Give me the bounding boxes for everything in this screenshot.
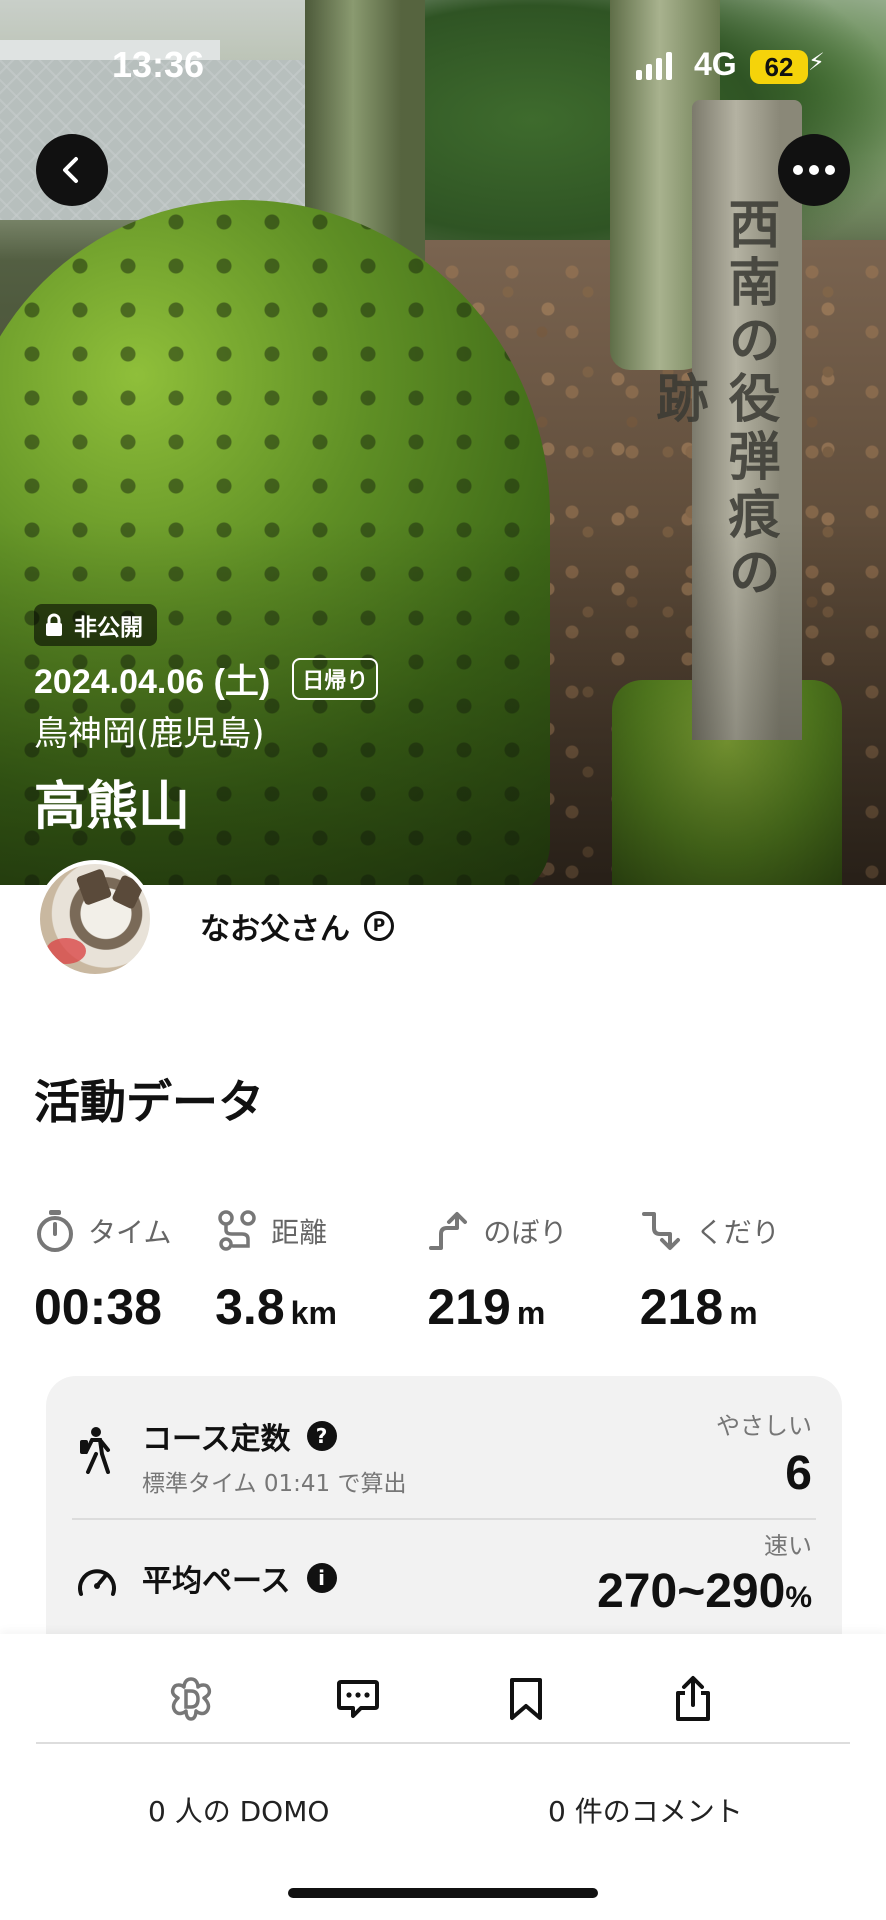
stat-unit: m (516, 1295, 546, 1331)
stopwatch-icon (37, 1210, 73, 1252)
average-pace-value: 270~290 (597, 1565, 786, 1618)
stat-time: タイム 00:38 (34, 1206, 215, 1336)
share-button[interactable] (658, 1664, 728, 1734)
info-icon[interactable]: i (306, 1563, 337, 1593)
card-divider (72, 1518, 816, 1520)
help-icon[interactable]: ? (306, 1421, 337, 1451)
activity-section-title: 活動データ (34, 1075, 264, 1129)
lock-icon (46, 613, 62, 636)
stat-value: 3.8 (215, 1279, 285, 1335)
bookmark-icon (510, 1678, 542, 1720)
stat-label: タイム (88, 1216, 172, 1249)
home-indicator (288, 1888, 598, 1898)
privacy-label: 非公開 (74, 615, 143, 641)
comment-button[interactable] (323, 1664, 393, 1734)
course-constant-label: コース定数 (142, 1422, 291, 1457)
user-name: なお父さん (200, 912, 350, 947)
stat-label: のぼり (483, 1216, 568, 1249)
network-type: 4G (694, 46, 737, 82)
difficulty-label: やさしい (716, 1412, 812, 1440)
course-constant-value: 6 (785, 1447, 812, 1500)
average-pace-label: 平均ペース (142, 1564, 291, 1599)
privacy-badge: 非公開 (34, 604, 157, 646)
stat-value: 218 (639, 1279, 724, 1335)
status-time: 13:36 (112, 44, 205, 85)
avatar-detail (46, 938, 86, 964)
speed-label: 速い (764, 1532, 812, 1560)
average-pace-row[interactable]: 平均ペース i 速い 270~290% (76, 1532, 812, 1636)
chevron-left-icon (63, 157, 78, 183)
comment-icon (337, 1680, 379, 1718)
battery-level: 62 (750, 50, 808, 84)
back-button[interactable] (36, 134, 108, 206)
premium-badge-icon: P (364, 911, 394, 941)
hiker-icon (80, 1427, 110, 1474)
bottom-divider (36, 1742, 850, 1744)
stat-label: 距離 (271, 1216, 328, 1249)
avatar-cat-ear (75, 868, 113, 906)
date-row: 2024.04.06 (土) 日帰り (34, 654, 379, 703)
speedometer-icon (78, 1569, 116, 1596)
course-constant-sub: 標準タイム 01:41 で算出 (142, 1471, 407, 1497)
activity-detail-card: コース定数 ? 標準タイム 01:41 で算出 やさしい 6 平均ペース i 速… (46, 1376, 842, 1636)
mountain-title: 高熊山 (34, 777, 191, 837)
activity-date: 2024.04.06 (土) (34, 663, 271, 701)
avatar[interactable] (36, 860, 154, 978)
stat-value: 219 (427, 1279, 511, 1335)
stat-distance: 距離 3.8 km (215, 1206, 427, 1336)
user-name-row[interactable]: なお父さん P (200, 904, 394, 948)
more-button[interactable] (778, 134, 850, 206)
status-bar: 13:36 4G 62 ⚡ (0, 0, 886, 130)
bookmark-button[interactable] (491, 1664, 561, 1734)
stat-descent: くだり 218 m (640, 1206, 852, 1336)
comment-count[interactable]: 0 件のコメント (548, 1790, 743, 1830)
domo-count[interactable]: 0 人の DOMO (148, 1790, 329, 1830)
share-icon (676, 1676, 710, 1721)
charging-icon: ⚡ (808, 48, 825, 76)
average-pace-unit: % (785, 1581, 812, 1614)
stat-label: くだり (695, 1216, 780, 1249)
stat-unit: m (729, 1295, 758, 1331)
more-dot (793, 165, 803, 175)
stat-ascent: のぼり 219 m (427, 1206, 639, 1336)
bottom-action-bar: 0 人の DOMO 0 件のコメント (0, 1634, 886, 1920)
avatar-cat-ear (111, 874, 145, 910)
stat-unit: km (290, 1295, 337, 1331)
descent-icon (641, 1212, 680, 1250)
trip-type-badge: 日帰り (292, 657, 379, 700)
signal-icon (636, 52, 672, 80)
route-icon (218, 1210, 256, 1251)
domo-flower-icon (170, 1677, 212, 1721)
more-dot (825, 165, 835, 175)
action-icons (0, 1664, 886, 1734)
course-constant-row[interactable]: コース定数 ? 標準タイム 01:41 で算出 やさしい 6 (76, 1406, 812, 1516)
stat-value: 00:38 (34, 1279, 162, 1335)
activity-stats: タイム 00:38 距離 3.8 km のぼり 219 m くだり 218 m (34, 1206, 852, 1336)
domo-button[interactable] (156, 1664, 226, 1734)
ascent-icon (429, 1212, 468, 1250)
more-dot (809, 165, 819, 175)
area-name: 鳥神岡(鹿児島) (34, 714, 265, 754)
